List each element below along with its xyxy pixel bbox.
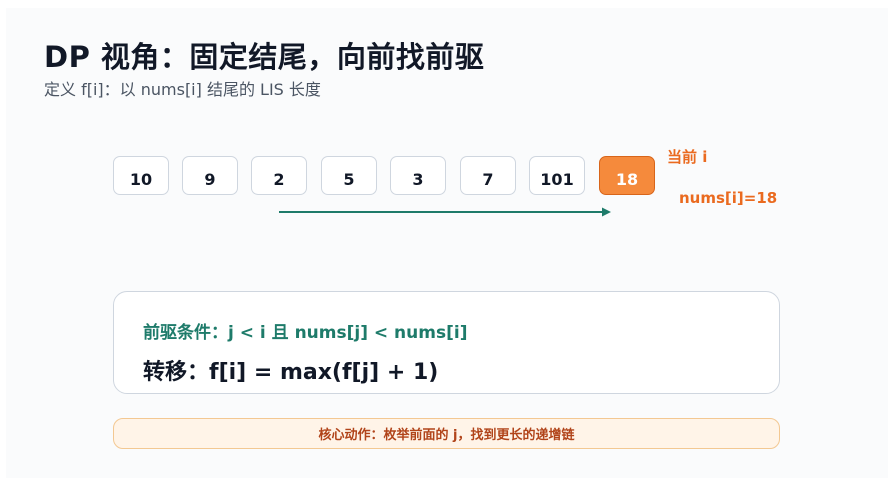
array-cell: 101 <box>529 156 585 195</box>
page-title: DP 视角：固定结尾，向前找前驱 <box>44 40 485 74</box>
array-cell-current: 18 <box>599 156 655 195</box>
current-value-label: nums[i]=18 <box>679 189 778 207</box>
scan-arrow-icon <box>279 207 611 217</box>
array-cell: 7 <box>460 156 516 195</box>
array-cell: 5 <box>321 156 377 195</box>
array-cell: 2 <box>251 156 307 195</box>
predecessor-condition: 前驱条件：j < i 且 nums[j] < nums[i] <box>143 323 468 343</box>
array-cell: 10 <box>113 156 169 195</box>
array-cell: 9 <box>182 156 238 195</box>
array-cell: 3 <box>390 156 446 195</box>
core-action-note: 核心动作：枚举前面的 j，找到更长的递增链 <box>113 418 780 449</box>
transition-formula: 转移：f[i] = max(f[j] + 1) <box>143 360 439 385</box>
current-index-label: 当前 i <box>667 148 708 166</box>
page-subtitle: 定义 f[i]：以 nums[i] 结尾的 LIS 长度 <box>44 80 321 99</box>
